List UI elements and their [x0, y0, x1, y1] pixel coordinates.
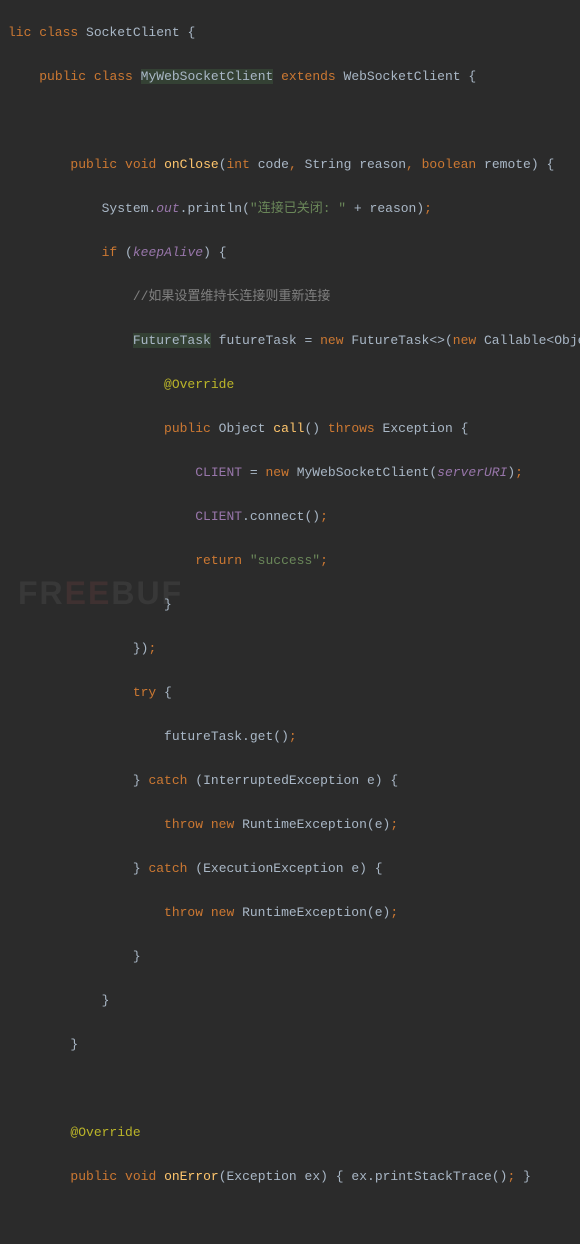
code-line: throw new RuntimeException(e);	[8, 902, 572, 924]
code-line: //如果设置维持长连接则重新连接	[8, 286, 572, 308]
code-line	[8, 1210, 572, 1232]
code-line: CLIENT.connect();	[8, 506, 572, 528]
code-line: CLIENT = new MyWebSocketClient(serverURI…	[8, 462, 572, 484]
code-line	[8, 110, 572, 132]
code-line: }	[8, 1034, 572, 1056]
code-line: } catch (InterruptedException e) {	[8, 770, 572, 792]
code-line: @Override	[8, 374, 572, 396]
code-line: FutureTask futureTask = new FutureTask<>…	[8, 330, 572, 352]
code-line: }	[8, 990, 572, 1012]
code-line: public void onClose(int code, String rea…	[8, 154, 572, 176]
code-line: throw new RuntimeException(e);	[8, 814, 572, 836]
code-line: lic class SocketClient {	[8, 22, 572, 44]
code-line: });	[8, 638, 572, 660]
code-line: } catch (ExecutionException e) {	[8, 858, 572, 880]
code-line: }	[8, 946, 572, 968]
code-line: System.out.println("连接已关闭: " + reason);	[8, 198, 572, 220]
code-editor[interactable]: lic class SocketClient { public class My…	[0, 0, 580, 1244]
code-line: public void onError(Exception ex) { ex.p…	[8, 1166, 572, 1188]
code-line	[8, 1078, 572, 1100]
code-line: }	[8, 594, 572, 616]
code-line: if (keepAlive) {	[8, 242, 572, 264]
code-line: futureTask.get();	[8, 726, 572, 748]
code-line: public class MyWebSocketClient extends W…	[8, 66, 572, 88]
code-line: public Object call() throws Exception {	[8, 418, 572, 440]
code-line: return "success";	[8, 550, 572, 572]
code-line: try {	[8, 682, 572, 704]
code-line: @Override	[8, 1122, 572, 1144]
